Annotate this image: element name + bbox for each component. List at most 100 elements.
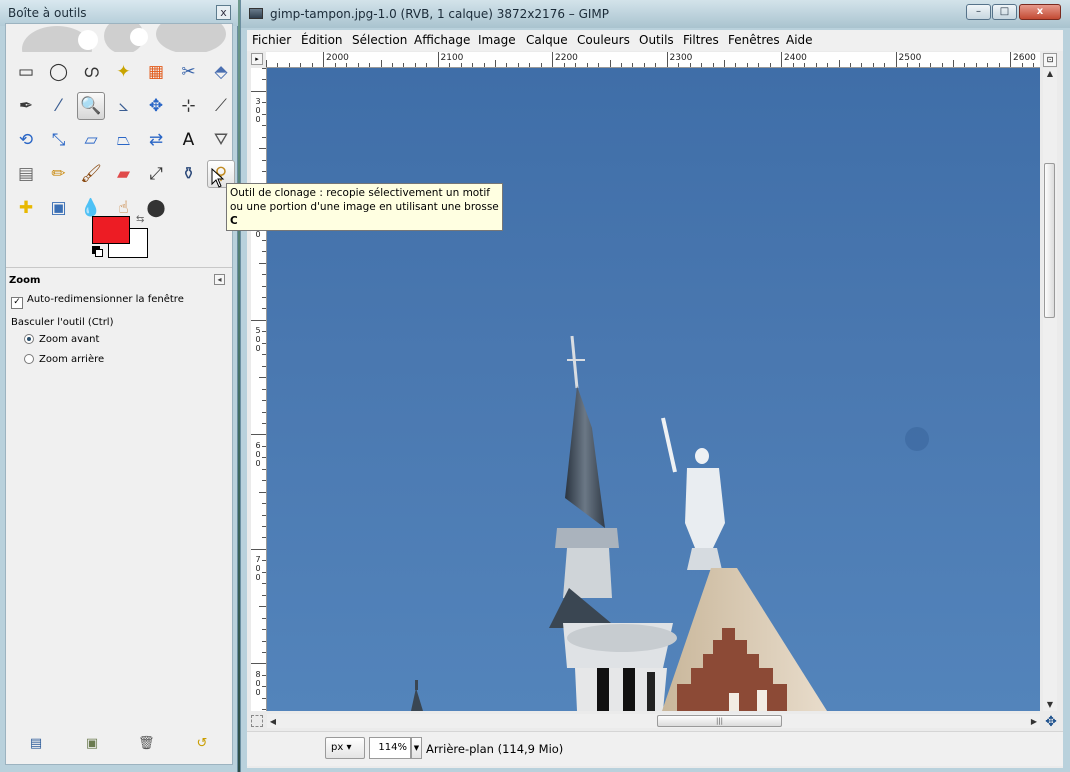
hruler-label: 2200: [555, 53, 578, 63]
maximize-button[interactable]: □: [992, 4, 1017, 20]
scroll-right-icon[interactable]: ▶: [1028, 715, 1040, 729]
tool-tooltip: Outil de clonage : recopie sélectivement…: [226, 183, 503, 231]
horizontal-scroll-thumb[interactable]: |||: [657, 715, 782, 727]
scale-icon[interactable]: ⤡: [45, 126, 73, 154]
hruler-label: 2400: [784, 53, 807, 63]
vruler-label: 800: [255, 669, 261, 697]
zoom-in-label: Zoom avant: [39, 334, 100, 345]
shear-icon[interactable]: ▱: [77, 126, 105, 154]
tooltip-shortcut: C: [230, 215, 238, 227]
perspective-icon[interactable]: ⏢: [110, 126, 138, 154]
measure-icon[interactable]: ⦣: [110, 92, 138, 120]
reset-options-icon[interactable]: ↺: [194, 736, 210, 752]
rect-select-icon[interactable]: ▭: [12, 58, 40, 86]
scroll-down-icon[interactable]: ▼: [1043, 699, 1057, 711]
auto-resize-option[interactable]: ✓ Auto-redimensionner la fenêtre: [11, 294, 184, 309]
zoom-dropdown-button[interactable]: ▼: [411, 737, 422, 759]
vertical-scroll-thumb[interactable]: [1044, 163, 1055, 318]
vertical-scrollbar[interactable]: ▲ ▼: [1043, 68, 1057, 711]
zoom-icon[interactable]: 🔍: [77, 92, 105, 120]
pencil-icon[interactable]: ✏: [45, 160, 73, 188]
photo-content: [411, 335, 929, 711]
unit-value: px: [331, 742, 344, 753]
zoom-out-radio[interactable]: [24, 354, 34, 364]
blend-icon[interactable]: ▤: [12, 160, 40, 188]
hruler-label: 2500: [898, 53, 922, 63]
bucket-fill-icon[interactable]: ⛛: [207, 126, 235, 154]
airbrush-icon[interactable]: ⤢: [142, 160, 170, 188]
image-window-title: gimp-tampon.jpg-1.0 (RVB, 1 calque) 3872…: [270, 7, 610, 21]
delete-options-icon[interactable]: 🗑: [138, 736, 155, 752]
menu-4[interactable]: Image: [478, 33, 516, 47]
menu-7[interactable]: Outils: [639, 33, 674, 47]
ink-icon[interactable]: ⚱: [175, 160, 203, 188]
toolbox-window: Boîte à outils x ▭ ◯ ഗ ✦ ▦ ✂ ⬘ ✒ ⁄ 🔍 ⦣ ✥ ⊹ ⟋ ⟲ ⤡ ▱ ⏢ ⇄ A ⛛ ▤ ✏…: [0, 0, 238, 772]
auto-resize-checkbox[interactable]: ✓: [11, 297, 23, 309]
unit-select[interactable]: px ▾: [325, 737, 365, 759]
wilber-drop-zone[interactable]: [6, 24, 232, 52]
restore-options-icon[interactable]: ▣: [84, 736, 100, 752]
zoom-out-option[interactable]: Zoom arrière: [24, 354, 104, 365]
horizontal-scrollbar[interactable]: ◀ ||| ▶: [267, 714, 1040, 728]
tool-options-buttons: ▤ ▣ 🗑 ↺: [6, 726, 232, 764]
auto-resize-label: Auto-redimensionner la fenêtre: [27, 294, 184, 305]
menu-5[interactable]: Calque: [526, 33, 568, 47]
menu-6[interactable]: Couleurs: [577, 33, 630, 47]
heal-icon[interactable]: ✚: [12, 194, 40, 222]
image-window-titlebar[interactable]: gimp-tampon.jpg-1.0 (RVB, 1 calque) 3872…: [241, 0, 1070, 28]
scroll-left-icon[interactable]: ◀: [267, 715, 279, 729]
zoom-in-radio[interactable]: [24, 334, 34, 344]
zoom-fit-button[interactable]: ⊡: [1043, 53, 1057, 67]
menu-10[interactable]: Aide: [786, 33, 813, 47]
zoom-in-option[interactable]: Zoom avant: [24, 334, 99, 345]
horizontal-scroll-row: ◀ ||| ▶ ✥: [247, 713, 1063, 730]
rotate-icon[interactable]: ⟲: [12, 126, 40, 154]
color-area: ⇆: [92, 214, 152, 262]
color-select-icon[interactable]: ▦: [142, 58, 170, 86]
scroll-up-icon[interactable]: ▲: [1043, 68, 1057, 80]
default-colors-icon[interactable]: [92, 246, 103, 257]
paths-icon[interactable]: ✒: [12, 92, 40, 120]
fuzzy-select-icon[interactable]: ✦: [110, 58, 138, 86]
flip-icon[interactable]: ⇄: [142, 126, 170, 154]
canvas-frame: ▸ 2000210022002300240025002600 ⊡ 3004005…: [247, 51, 1063, 768]
crop-icon[interactable]: ⟋: [207, 92, 235, 120]
image-canvas[interactable]: [267, 68, 1040, 711]
horizontal-ruler[interactable]: 2000 2100 2200 2300 2400 2500 2600: [266, 52, 1040, 68]
hruler-label: 2300: [669, 53, 693, 63]
tool-options-menu-button[interactable]: ◂: [214, 274, 225, 285]
zoom-input[interactable]: 114%: [369, 737, 411, 759]
menu-8[interactable]: Filtres: [683, 33, 719, 47]
navigate-icon[interactable]: ✥: [1043, 714, 1059, 730]
paintbrush-icon[interactable]: 🖌: [77, 160, 105, 188]
hruler-label: 2600: [1013, 53, 1036, 63]
menu-2[interactable]: Sélection: [352, 33, 407, 47]
text-icon[interactable]: A: [175, 126, 203, 154]
close-button[interactable]: x: [1019, 4, 1061, 20]
scissors-icon[interactable]: ✂: [175, 58, 203, 86]
ellipse-select-icon[interactable]: ◯: [45, 58, 73, 86]
vruler-label: 300: [255, 97, 261, 124]
toolbox-panel: ▭ ◯ ഗ ✦ ▦ ✂ ⬘ ✒ ⁄ 🔍 ⦣ ✥ ⊹ ⟋ ⟲ ⤡ ▱ ⏢ ⇄ A ⛛ ▤ ✏ 🖌 ▰ ⤢ ⚱ ⚲ ✚ ▣ 💧 ☝ ⬤ ⇆ Zoom…: [5, 23, 235, 765]
image-menu-button[interactable]: ▸: [251, 53, 263, 65]
free-select-icon[interactable]: ഗ: [77, 58, 105, 86]
eraser-icon[interactable]: ▰: [110, 160, 138, 188]
foreground-select-icon[interactable]: ⬘: [207, 58, 235, 86]
minimize-button[interactable]: –: [966, 4, 991, 20]
menu-1[interactable]: Édition: [301, 33, 343, 47]
align-icon[interactable]: ⊹: [175, 92, 203, 120]
menu-bar: Fichier Édition Sélection Affichage Image Cal…: [247, 30, 1063, 52]
toolbox-close-button[interactable]: x: [216, 5, 231, 20]
vertical-ruler[interactable]: 300400500600700800: [251, 68, 267, 711]
menu-3[interactable]: Affichage: [414, 33, 470, 47]
move-icon[interactable]: ✥: [142, 92, 170, 120]
color-picker-icon[interactable]: ⁄: [45, 92, 73, 120]
quick-mask-toggle[interactable]: [251, 715, 263, 727]
save-options-icon[interactable]: ▤: [28, 736, 44, 752]
menu-9[interactable]: Fenêtres: [728, 33, 780, 47]
foreground-color-swatch[interactable]: [92, 216, 130, 244]
menu-0[interactable]: Fichier: [252, 33, 291, 47]
perspective-clone-icon[interactable]: ▣: [45, 194, 73, 222]
image-window: gimp-tampon.jpg-1.0 (RVB, 1 calque) 3872…: [240, 0, 1070, 772]
swap-colors-icon[interactable]: ⇆: [136, 214, 144, 225]
